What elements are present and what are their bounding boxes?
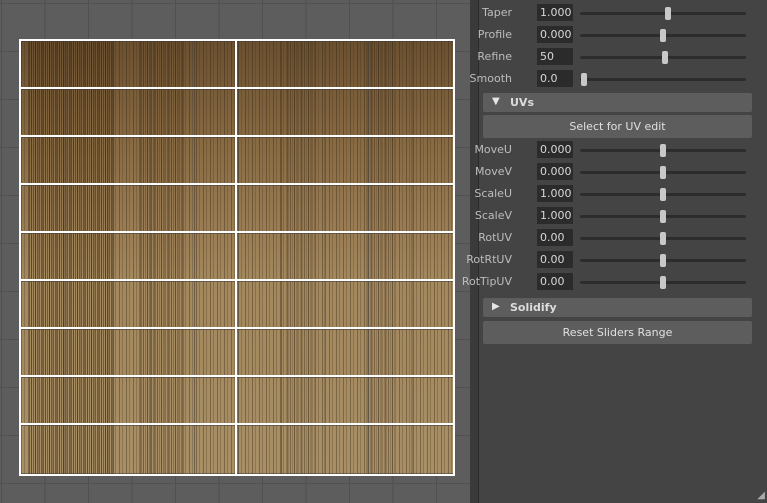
moveu-label: MoveU xyxy=(474,143,512,156)
smooth-row: Smooth 0.0 xyxy=(470,70,759,88)
rottipuv-slider[interactable] xyxy=(580,276,746,289)
scalev-slider-thumb[interactable] xyxy=(660,210,666,223)
taper-field[interactable]: 1.000 xyxy=(537,4,573,21)
uv-shell-divider xyxy=(21,87,453,89)
moveu-field[interactable]: 0.000 xyxy=(537,141,573,158)
profile-slider-thumb[interactable] xyxy=(660,29,666,42)
profile-label: Profile xyxy=(477,28,512,41)
scaleu-slider-thumb[interactable] xyxy=(660,188,666,201)
taper-slider-thumb[interactable] xyxy=(664,7,671,20)
smooth-field[interactable]: 0.0 xyxy=(537,70,573,87)
refine-row: Refine 50 xyxy=(477,48,759,66)
uv-shell-divider xyxy=(21,423,453,425)
solidify-section-header[interactable]: ▶ Solidify xyxy=(483,298,752,317)
moveu-row: MoveU 0.000 xyxy=(474,141,759,159)
rottipuv-slider-thumb[interactable] xyxy=(660,276,666,289)
rotuv-row: RotUV 0.00 xyxy=(478,229,759,247)
movev-slider-thumb[interactable] xyxy=(660,166,666,179)
smooth-slider-thumb[interactable] xyxy=(581,73,587,86)
movev-label: MoveV xyxy=(474,165,512,178)
profile-field[interactable]: 0.000 xyxy=(537,26,573,43)
texture-grid xyxy=(21,41,453,474)
profile-row: Profile 0.000 xyxy=(477,26,759,44)
uv-shell-divider xyxy=(21,183,453,185)
rotrtuv-field[interactable]: 0.00 xyxy=(537,251,573,268)
rottipuv-row: RotTipUV 0.00 xyxy=(462,273,759,291)
rotuv-slider-thumb[interactable] xyxy=(660,232,666,245)
refine-slider-thumb[interactable] xyxy=(661,51,668,64)
scaleu-slider[interactable] xyxy=(580,188,746,201)
refine-label: Refine xyxy=(477,50,512,63)
attribute-panel: Taper 1.000 Profile 0.000 Refine 50 Smoo… xyxy=(462,0,767,503)
rotuv-field[interactable]: 0.00 xyxy=(537,229,573,246)
smooth-label: Smooth xyxy=(469,72,512,85)
smooth-slider[interactable] xyxy=(580,73,746,86)
scaleu-row: ScaleU 1.000 xyxy=(474,185,759,203)
resize-grip-icon[interactable]: ◢ xyxy=(757,490,765,501)
uv-shell-divider xyxy=(21,279,453,281)
refine-field[interactable]: 50 xyxy=(537,48,573,65)
moveu-slider-thumb[interactable] xyxy=(660,144,666,157)
uvs-section-title: UVs xyxy=(510,96,534,109)
scaleu-field[interactable]: 1.000 xyxy=(537,185,573,202)
expand-arrow-icon: ▶ xyxy=(492,301,500,312)
scaleu-label: ScaleU xyxy=(474,187,512,200)
collapse-arrow-icon: ▼ xyxy=(492,96,500,107)
rotuv-label: RotUV xyxy=(478,231,512,244)
uv-shell-divider xyxy=(21,327,453,329)
taper-label: Taper xyxy=(482,6,512,19)
rottipuv-label: RotTipUV xyxy=(461,275,512,288)
profile-slider[interactable] xyxy=(580,29,746,42)
movev-slider[interactable] xyxy=(580,166,746,179)
solidify-section-title: Solidify xyxy=(510,301,557,314)
uv-shell-divider xyxy=(21,375,453,377)
uvs-section-header[interactable]: ▼ UVs xyxy=(483,93,752,112)
scalev-row: ScaleV 1.000 xyxy=(475,207,759,225)
rotrtuv-label: RotRtUV xyxy=(466,253,512,266)
refine-slider[interactable] xyxy=(580,51,746,64)
hair-texture-uv-map[interactable] xyxy=(19,39,455,476)
rotrtuv-slider-thumb[interactable] xyxy=(660,254,666,267)
uv-shell-divider xyxy=(21,231,453,233)
movev-field[interactable]: 0.000 xyxy=(537,163,573,180)
rotrtuv-slider[interactable] xyxy=(580,254,746,267)
rottipuv-field[interactable]: 0.00 xyxy=(537,273,573,290)
rotrtuv-row: RotRtUV 0.00 xyxy=(466,251,759,269)
scalev-label: ScaleV xyxy=(474,209,512,222)
scalev-slider[interactable] xyxy=(580,210,746,223)
movev-row: MoveV 0.000 xyxy=(475,163,759,181)
reset-sliders-range-button[interactable]: Reset Sliders Range xyxy=(483,321,752,344)
uv-shell-divider-vertical xyxy=(235,41,237,474)
moveu-slider[interactable] xyxy=(580,144,746,157)
taper-slider[interactable] xyxy=(580,7,746,20)
select-for-uv-edit-button[interactable]: Select for UV edit xyxy=(483,115,752,138)
taper-row: Taper 1.000 xyxy=(479,4,759,22)
uv-texture-viewport[interactable] xyxy=(0,0,470,503)
uv-shell-divider xyxy=(21,135,453,137)
scalev-field[interactable]: 1.000 xyxy=(537,207,573,224)
rotuv-slider[interactable] xyxy=(580,232,746,245)
